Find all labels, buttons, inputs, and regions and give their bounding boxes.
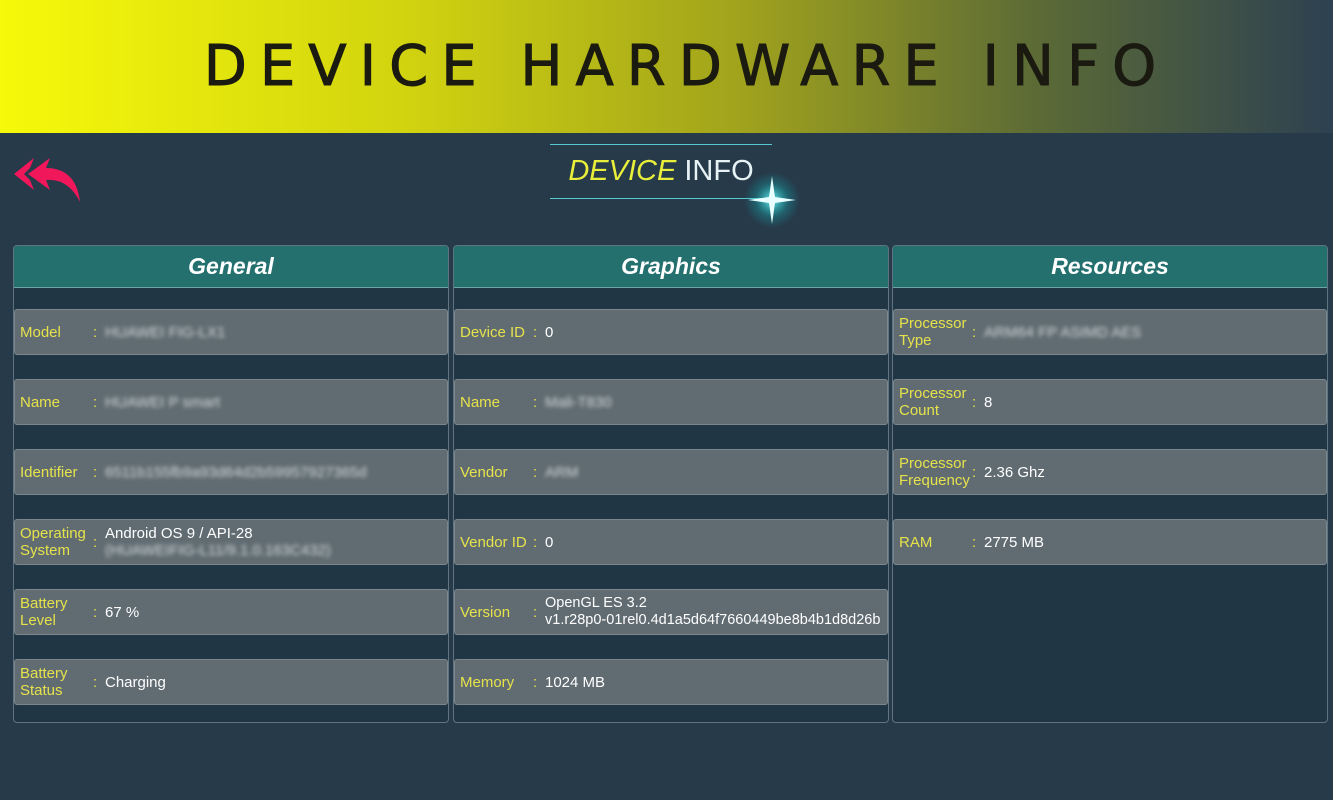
row-value-line1: Android OS 9 / API-28: [105, 525, 253, 542]
section-title-part1: DEVICE: [568, 155, 677, 187]
row-value: ARM64 FP ASIMD AES: [984, 323, 1142, 341]
row-label: Operating System: [20, 525, 86, 559]
row-value: 2775 MB: [984, 533, 1045, 551]
back-button[interactable]: [10, 152, 84, 206]
row-colon: :: [93, 323, 98, 341]
row-value: 6511b155fb9a93d64d2b59957927365d: [105, 463, 367, 481]
row-value: 8: [984, 393, 993, 411]
row-value: OpenGL ES 3.2 v1.r28p0-01rel0.4d1a5d64f7…: [545, 595, 880, 629]
general-row-identifier: Identifier : 6511b155fb9a93d64d2b5995792…: [14, 449, 448, 495]
row-label: Version: [460, 603, 511, 621]
graphics-row-vendor: Vendor : ARM: [454, 449, 888, 495]
general-row-battery-level: Battery Level : 67 %: [14, 589, 448, 635]
row-label: Vendor: [460, 463, 508, 481]
row-label: Vendor ID: [460, 533, 527, 551]
row-label: Identifier: [20, 463, 78, 481]
graphics-row-device-id: Device ID : 0: [454, 309, 888, 355]
row-value: ARM: [545, 463, 579, 481]
row-value: 67 %: [105, 603, 140, 621]
row-label: Name: [20, 393, 61, 411]
graphics-row-memory: Memory : 1024 MB: [454, 659, 888, 705]
general-panel: General Model : HUAWEI FIG-LX1 Name : HU…: [13, 245, 449, 723]
row-colon: :: [93, 673, 98, 691]
row-value-line2: (HUAWEIFIG-L11/9.1.0.163C432): [105, 542, 331, 559]
row-label: Device ID: [460, 323, 526, 341]
graphics-row-version: Version : OpenGL ES 3.2 v1.r28p0-01rel0.…: [454, 589, 888, 635]
row-value: Android OS 9 / API-28 (HUAWEIFIG-L11/9.1…: [105, 525, 331, 559]
row-label: RAM: [899, 533, 933, 551]
row-colon: :: [533, 323, 538, 341]
row-value: HUAWEI FIG-LX1: [105, 323, 226, 341]
general-panel-title: General: [188, 253, 274, 279]
section-title: DEVICE INFO: [550, 144, 772, 199]
app-header: DEVICE HARDWARE INFO: [0, 0, 1333, 133]
general-row-operating-system: Operating System : Android OS 9 / API-28…: [14, 519, 448, 565]
resources-row-processor-frequency: Processor Frequency : 2.36 Ghz: [893, 449, 1327, 495]
row-colon: :: [533, 603, 538, 621]
resources-row-ram: RAM : 2775 MB: [893, 519, 1327, 565]
general-row-battery-status: Battery Status : Charging: [14, 659, 448, 705]
row-colon: :: [972, 463, 977, 481]
resources-panel-title: Resources: [1051, 253, 1169, 279]
page-title: DEVICE HARDWARE INFO: [203, 34, 1170, 100]
row-colon: :: [533, 673, 538, 691]
row-value: 1024 MB: [545, 673, 606, 691]
row-label: Processor Type: [899, 315, 967, 349]
row-colon: :: [533, 393, 538, 411]
graphics-panel: Graphics Device ID : 0 Name : Mali-T830 …: [453, 245, 889, 723]
row-colon: :: [533, 533, 538, 551]
general-row-name: Name : HUAWEI P smart: [14, 379, 448, 425]
row-value: 0: [545, 533, 554, 551]
row-colon: :: [972, 393, 977, 411]
resources-panel: Resources Processor Type : ARM64 FP ASIM…: [892, 245, 1328, 723]
resources-panel-header: Resources: [893, 246, 1327, 288]
row-label: Battery Level: [20, 595, 68, 629]
row-value: 0: [545, 323, 554, 341]
row-colon: :: [93, 533, 98, 551]
row-value: 2.36 Ghz: [984, 463, 1045, 481]
general-panel-header: General: [14, 246, 448, 288]
row-label: Processor Count: [899, 385, 967, 419]
row-label: Model: [20, 323, 61, 341]
graphics-row-vendor-id: Vendor ID : 0: [454, 519, 888, 565]
resources-row-processor-type: Processor Type : ARM64 FP ASIMD AES: [893, 309, 1327, 355]
row-label: Processor Frequency: [899, 455, 970, 489]
row-value: HUAWEI P smart: [105, 393, 221, 411]
row-label: Battery Status: [20, 665, 68, 699]
graphics-row-name: Name : Mali-T830: [454, 379, 888, 425]
row-label: Name: [460, 393, 501, 411]
row-colon: :: [93, 603, 98, 621]
row-colon: :: [93, 463, 98, 481]
row-colon: :: [533, 463, 538, 481]
row-value: Mali-T830: [545, 393, 612, 411]
resources-row-processor-count: Processor Count : 8: [893, 379, 1327, 425]
graphics-panel-header: Graphics: [454, 246, 888, 288]
sparkle-icon: [744, 172, 800, 228]
row-value-line1: OpenGL ES 3.2: [545, 595, 647, 611]
row-colon: :: [972, 533, 977, 551]
row-label: Memory: [460, 673, 515, 691]
row-value-line2: v1.r28p0-01rel0.4d1a5d64f7660449be8b4b1d…: [545, 612, 881, 628]
row-colon: :: [972, 323, 977, 341]
double-back-arrow-icon: [14, 158, 80, 202]
row-value: Charging: [105, 673, 166, 691]
general-row-model: Model : HUAWEI FIG-LX1: [14, 309, 448, 355]
row-colon: :: [93, 393, 98, 411]
graphics-panel-title: Graphics: [621, 253, 721, 279]
